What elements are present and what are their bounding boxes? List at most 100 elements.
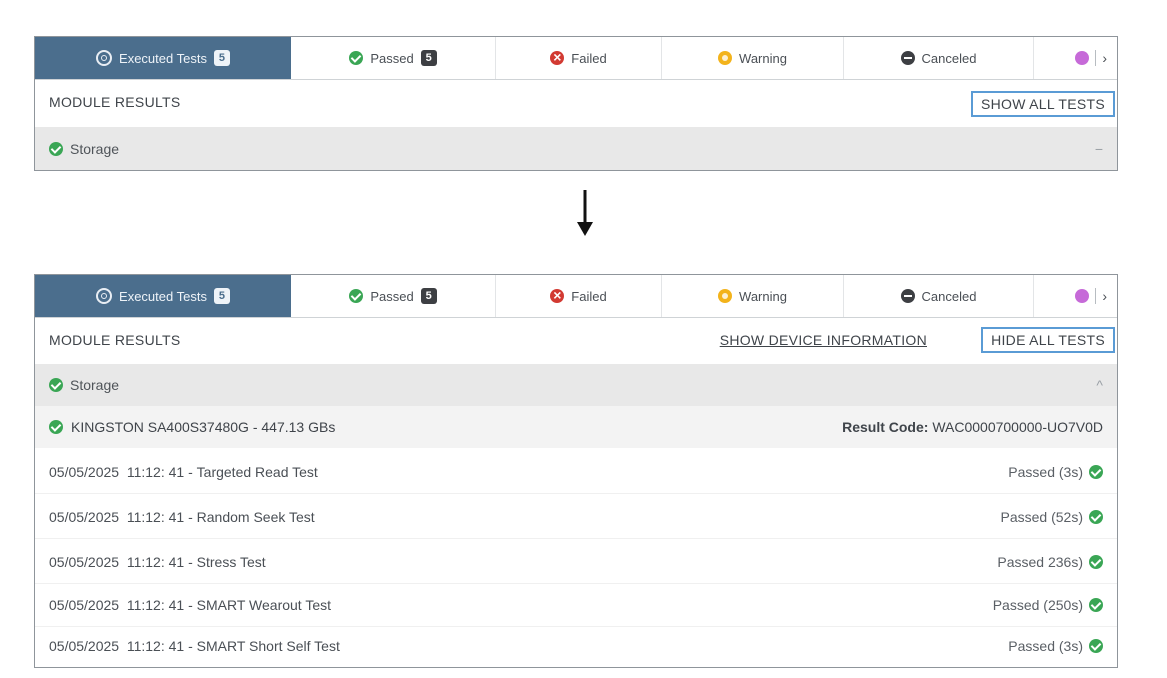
tab-count-badge: 5: [213, 288, 230, 304]
test-timestamp: 05/05/2025 11:12: 41: [49, 463, 185, 480]
extra-status-icon: [1075, 289, 1090, 303]
tab-warning[interactable]: Warning: [662, 37, 844, 79]
test-separator: -: [184, 508, 197, 525]
divider: [1095, 50, 1097, 66]
device-name: KINGSTON SA400S37480G - 447.13 GBs: [71, 419, 336, 435]
tab-label: Warning: [739, 50, 787, 66]
tab-passed[interactable]: Passed 5: [291, 275, 496, 317]
test-result: Passed (3s): [1008, 638, 1103, 654]
module-row-storage[interactable]: Storage ^: [35, 364, 1117, 406]
tab-executed-tests[interactable]: Executed Tests 5: [35, 37, 291, 79]
executed-icon: [96, 288, 113, 304]
show-device-information-link[interactable]: SHOW DEVICE INFORMATION: [720, 332, 927, 348]
check-circle-icon: [49, 420, 63, 434]
executed-icon: [96, 50, 113, 66]
module-results-title: MODULE RESULTS: [49, 94, 181, 110]
chevron-right-icon[interactable]: ›: [1102, 288, 1107, 304]
tab-failed[interactable]: Failed: [496, 275, 662, 317]
x-circle-icon: [550, 287, 565, 303]
tab-failed[interactable]: Failed: [496, 37, 662, 79]
test-separator: -: [184, 553, 197, 570]
check-circle-icon: [349, 51, 364, 65]
tab-canceled[interactable]: Canceled: [844, 37, 1034, 79]
test-result: Passed (3s): [1008, 464, 1103, 480]
module-results-header: MODULE RESULTS: [35, 317, 1117, 363]
warning-circle-icon: [718, 289, 733, 303]
tab-label: Warning: [739, 288, 787, 304]
extra-status-icon: [1075, 51, 1090, 65]
test-result: Passed (250s): [993, 597, 1103, 613]
module-results-header: MODULE RESULTS: [35, 79, 1117, 125]
tab-label: Passed: [370, 288, 414, 304]
module-name: Storage: [70, 377, 120, 393]
module-results-title: MODULE RESULTS: [49, 332, 181, 348]
check-circle-icon: [1089, 464, 1103, 479]
tab-label: Failed: [571, 50, 607, 66]
check-circle-icon: [349, 289, 364, 303]
result-code-value: WAC0000700000-UO7V0D: [932, 419, 1103, 435]
chevron-right-icon[interactable]: ›: [1102, 50, 1107, 66]
check-circle-icon: [1089, 554, 1103, 569]
test-name: Targeted Read Test: [196, 463, 318, 480]
module-name: Storage: [70, 140, 120, 157]
test-name: SMART Wearout Test: [196, 596, 332, 613]
test-timestamp: 05/05/2025 11:12: 41: [49, 553, 185, 570]
tab-count-badge: 5: [213, 50, 230, 66]
test-result-text: Passed (3s): [1008, 638, 1083, 654]
tab-label: Canceled: [921, 288, 977, 304]
test-timestamp: 05/05/2025 11:12: 41: [49, 638, 185, 654]
tab-count-badge: 5: [420, 50, 437, 66]
test-result-text: Passed (52s): [1000, 508, 1083, 525]
expand-toggle[interactable]: ^: [1096, 377, 1103, 393]
x-circle-icon: [550, 49, 565, 65]
test-row: 05/05/2025 11:12: 41 - Stress Test Passe…: [35, 540, 1117, 584]
after-panel: Executed Tests 5 Passed 5 Failed Warning…: [34, 274, 1118, 668]
hide-all-tests-button[interactable]: HIDE ALL TESTS: [981, 327, 1115, 353]
tab-canceled[interactable]: Canceled: [844, 275, 1034, 317]
test-name: SMART Short Self Test: [196, 638, 340, 654]
test-row: 05/05/2025 11:12: 41 - Random Seek Test …: [35, 495, 1117, 539]
collapse-toggle[interactable]: −: [1095, 141, 1103, 157]
test-result-text: Passed (3s): [1008, 463, 1083, 480]
check-circle-icon: [49, 141, 63, 156]
check-circle-icon: [1089, 597, 1103, 612]
warning-circle-icon: [718, 51, 733, 65]
check-circle-icon: [1089, 639, 1103, 653]
test-result: Passed 236s): [997, 554, 1103, 570]
test-row: 05/05/2025 11:12: 41 - Targeted Read Tes…: [35, 450, 1117, 494]
module-row-storage[interactable]: Storage −: [35, 127, 1117, 170]
result-code-label: Result Code:: [842, 419, 929, 435]
minus-circle-icon: [900, 289, 915, 303]
show-all-tests-button[interactable]: SHOW ALL TESTS: [970, 91, 1115, 117]
tab-passed[interactable]: Passed 5: [291, 37, 496, 79]
tab-bar: Executed Tests 5 Passed 5 Failed Warning…: [35, 275, 1117, 318]
result-code: Result Code: WAC0000700000-UO7V0D: [842, 419, 1103, 435]
check-circle-icon: [49, 378, 63, 392]
test-result-text: Passed (250s): [992, 596, 1083, 613]
tab-label: Executed Tests: [119, 288, 207, 304]
minus-circle-icon: [900, 51, 915, 65]
divider: [1095, 288, 1097, 304]
test-result: Passed (52s): [1001, 509, 1103, 525]
test-separator: -: [184, 463, 197, 480]
arrow-down-icon: [577, 190, 593, 236]
tab-overflow[interactable]: ›: [1034, 37, 1117, 79]
test-timestamp: 05/05/2025 11:12: 41: [49, 596, 185, 613]
test-result-text: Passed 236s): [997, 553, 1083, 570]
test-name: Stress Test: [196, 553, 266, 570]
tab-warning[interactable]: Warning: [662, 275, 844, 317]
tab-label: Canceled: [921, 50, 977, 66]
tab-overflow[interactable]: ›: [1034, 275, 1117, 317]
test-row: 05/05/2025 11:12: 41 - SMART Wearout Tes…: [35, 583, 1117, 627]
tab-label: Passed: [370, 50, 414, 66]
test-row: 05/05/2025 11:12: 41 - SMART Short Self …: [35, 625, 1117, 667]
test-name: Random Seek Test: [196, 508, 315, 525]
test-separator: -: [184, 596, 197, 613]
tab-count-badge: 5: [420, 288, 437, 304]
tab-label: Failed: [571, 288, 607, 304]
tab-bar: Executed Tests 5 Passed 5 Failed Warning…: [35, 37, 1117, 80]
test-timestamp: 05/05/2025 11:12: 41: [49, 508, 185, 525]
before-panel: Executed Tests 5 Passed 5 Failed Warning…: [34, 36, 1118, 171]
tab-executed-tests[interactable]: Executed Tests 5: [35, 275, 291, 317]
device-row: KINGSTON SA400S37480G - 447.13 GBs Resul…: [35, 406, 1117, 448]
